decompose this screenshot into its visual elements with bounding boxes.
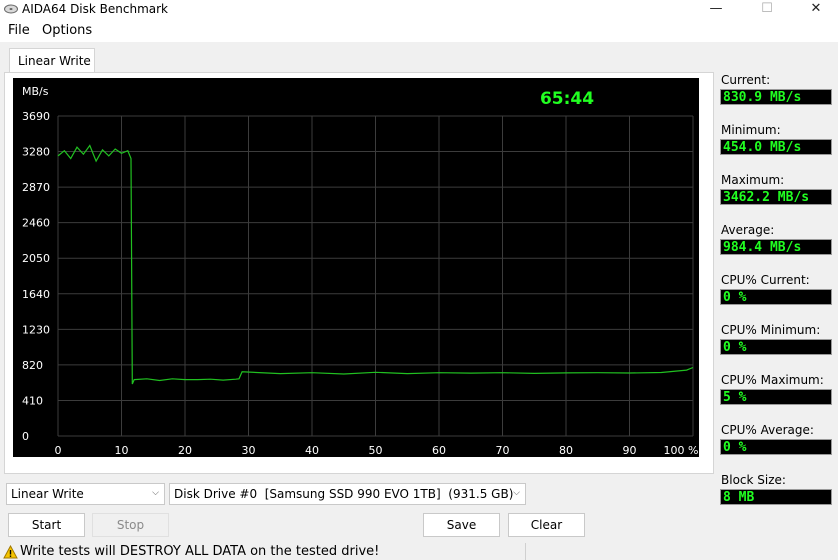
minimize-button[interactable]: — [701, 0, 731, 18]
x-tick-label: 90 [623, 444, 637, 457]
benchmark-graph: 04108201230164020502460287032803690MB/s0… [13, 78, 699, 457]
stat-value: 5 % [720, 389, 832, 405]
stat-label: CPU% Minimum: [721, 323, 821, 337]
stat-value: 0 % [720, 289, 832, 305]
stat-label: Maximum: [721, 173, 785, 187]
stat-label: CPU% Average: [721, 423, 814, 437]
test-type-select[interactable]: Linear Write ⌵ [6, 483, 165, 505]
test-type-value: Linear Write [11, 487, 84, 501]
start-button[interactable]: Start [8, 513, 85, 537]
tab-linear-write[interactable]: Linear Write [9, 48, 95, 73]
x-tick-label: 0 [55, 444, 62, 457]
stat-label: Average: [721, 223, 775, 237]
y-tick-label: 2050 [22, 252, 50, 265]
stat-label: Current: [721, 73, 771, 87]
title-bar: AIDA64 Disk Benchmark — ☐ ✕ [0, 0, 838, 20]
stat-value: 984.4 MB/s [720, 239, 832, 255]
menu-bar: File Options [0, 20, 838, 42]
y-tick-label: 1640 [22, 288, 50, 301]
status-divider [525, 543, 526, 560]
y-tick-label: 0 [22, 430, 29, 443]
x-tick-label: 30 [242, 444, 256, 457]
warning-text: Write tests will DESTROY ALL DATA on the… [20, 544, 380, 559]
stat-label: CPU% Current: [721, 273, 810, 287]
stop-button[interactable]: Stop [92, 513, 169, 537]
stat-value: 830.9 MB/s [720, 89, 832, 105]
y-tick-label: 820 [22, 359, 43, 372]
x-tick-label: 40 [305, 444, 319, 457]
x-tick-label: 50 [369, 444, 383, 457]
elapsed-timer: 65:44 [540, 89, 594, 109]
drive-select[interactable]: Disk Drive #0 [Samsung SSD 990 EVO 1TB] … [169, 483, 526, 505]
x-tick-label: 20 [178, 444, 192, 457]
menu-file[interactable]: File [8, 23, 30, 38]
y-tick-label: 3690 [22, 110, 50, 123]
tab-label: Linear Write [18, 54, 91, 68]
maximize-button[interactable]: ☐ [752, 0, 782, 18]
stat-value: 8 MB [720, 489, 832, 505]
x-tick-label: 70 [496, 444, 510, 457]
stat-label: Minimum: [721, 123, 781, 137]
clear-button[interactable]: Clear [508, 513, 585, 537]
chevron-down-icon: ⌵ [513, 488, 520, 498]
x-tick-label: 60 [432, 444, 446, 457]
drive-value: Disk Drive #0 [Samsung SSD 990 EVO 1TB] … [174, 487, 514, 501]
window-title: AIDA64 Disk Benchmark [22, 2, 169, 16]
y-axis-unit-label: MB/s [22, 85, 49, 98]
y-tick-label: 2460 [22, 217, 50, 230]
y-tick-label: 2870 [22, 181, 50, 194]
warning-icon [3, 545, 18, 559]
x-tick-label: 80 [559, 444, 573, 457]
menu-options[interactable]: Options [42, 23, 92, 38]
chevron-down-icon: ⌵ [152, 488, 159, 498]
x-tick-label: 100 % [664, 444, 699, 457]
y-tick-label: 3280 [22, 146, 50, 159]
save-button[interactable]: Save [423, 513, 500, 537]
stat-value: 454.0 MB/s [720, 139, 832, 155]
disk-app-icon [4, 4, 18, 14]
stat-value: 0 % [720, 339, 832, 355]
stat-label: Block Size: [721, 473, 786, 487]
y-tick-label: 410 [22, 394, 43, 407]
close-button[interactable]: ✕ [801, 0, 831, 18]
graph-panel: 0 410 820 1230 1640 2050 2460 2870 3280 3690 MB/s 0… [4, 72, 714, 474]
stat-label: CPU% Maximum: [721, 373, 824, 387]
y-tick-label: 1230 [22, 323, 50, 336]
stat-value: 3462.2 MB/s [720, 189, 832, 205]
stat-value: 0 % [720, 439, 832, 455]
x-tick-label: 10 [115, 444, 129, 457]
